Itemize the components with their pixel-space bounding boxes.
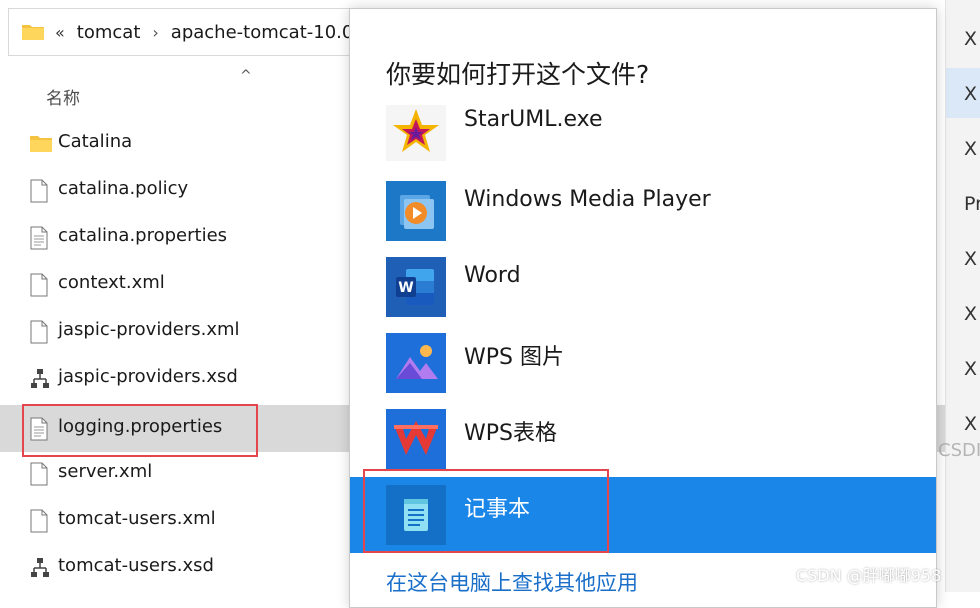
- file-name: tomcat-users.xsd: [58, 555, 214, 576]
- app-option-notepad[interactable]: 记事本: [350, 477, 936, 553]
- column-header-name[interactable]: 名称: [46, 84, 80, 109]
- strip-item[interactable]: X: [964, 83, 977, 105]
- file-icon: [30, 509, 50, 533]
- file-icon: [30, 320, 50, 344]
- file-name: catalina.policy: [58, 178, 189, 199]
- schema-file-icon: [30, 556, 50, 580]
- strip-item[interactable]: X: [964, 138, 977, 160]
- breadcrumb-overflow[interactable]: «: [55, 23, 65, 42]
- folder-icon: [21, 23, 45, 41]
- strip-item[interactable]: X: [964, 248, 977, 270]
- file-icon: [30, 273, 50, 297]
- svg-text:W: W: [398, 280, 413, 296]
- text-file-icon: [30, 226, 50, 250]
- file-name: catalina.properties: [58, 225, 228, 246]
- background-window-strip: X X X Pr X X X X: [945, 0, 980, 592]
- app-label: Word: [464, 263, 521, 288]
- app-option-word[interactable]: W Word: [350, 249, 936, 325]
- background-text: CSDI: [938, 440, 980, 461]
- chevron-right-icon[interactable]: ›: [152, 23, 158, 42]
- app-option-staruml[interactable]: StarUML.exe: [350, 105, 936, 169]
- file-name: tomcat-users.xml: [58, 508, 216, 529]
- strip-item[interactable]: X: [964, 28, 977, 50]
- file-icon: [30, 179, 50, 203]
- more-apps-link[interactable]: 在这台电脑上查找其他应用: [386, 567, 638, 597]
- app-label: StarUML.exe: [464, 107, 603, 132]
- breadcrumb-item-apache-tomcat[interactable]: apache-tomcat-10.0.2: [171, 22, 371, 43]
- strip-item[interactable]: X: [964, 413, 977, 435]
- sort-ascending-icon[interactable]: ^: [240, 68, 252, 84]
- watermark: CSDN @胖嘟嘟958: [796, 566, 942, 585]
- word-icon: W: [386, 257, 446, 317]
- folder-icon: [30, 132, 52, 156]
- text-file-icon: [30, 417, 50, 441]
- file-name: logging.properties: [58, 416, 223, 437]
- file-name: Catalina: [58, 131, 133, 152]
- notepad-icon: [386, 485, 446, 545]
- staruml-icon: [386, 105, 446, 161]
- media-player-icon: [386, 181, 446, 241]
- file-name: jaspic-providers.xsd: [58, 366, 238, 387]
- app-label: Windows Media Player: [464, 187, 711, 212]
- app-option-windows-media-player[interactable]: Windows Media Player: [350, 173, 936, 249]
- strip-item[interactable]: Pr: [964, 193, 980, 215]
- file-name: context.xml: [58, 272, 165, 293]
- app-label: WPS 图片: [464, 345, 564, 370]
- open-with-dialog: 你要如何打开这个文件? StarUML.exe Windows Media Pl…: [349, 8, 937, 608]
- wps-pictures-icon: [386, 333, 446, 393]
- app-option-wps-spreadsheet[interactable]: WPS表格: [350, 401, 936, 477]
- schema-file-icon: [30, 367, 50, 391]
- dialog-title: 你要如何打开这个文件?: [386, 60, 650, 89]
- app-label: 记事本: [464, 497, 531, 522]
- strip-item[interactable]: X: [964, 358, 977, 380]
- file-name: jaspic-providers.xml: [58, 319, 240, 340]
- file-icon: [30, 462, 50, 486]
- strip-item[interactable]: X: [964, 303, 977, 325]
- breadcrumb-item-tomcat[interactable]: tomcat: [77, 22, 141, 43]
- app-option-wps-pictures[interactable]: WPS 图片: [350, 325, 936, 401]
- file-name: server.xml: [58, 461, 153, 482]
- wps-spreadsheet-icon: [386, 409, 446, 469]
- app-label: WPS表格: [464, 421, 557, 446]
